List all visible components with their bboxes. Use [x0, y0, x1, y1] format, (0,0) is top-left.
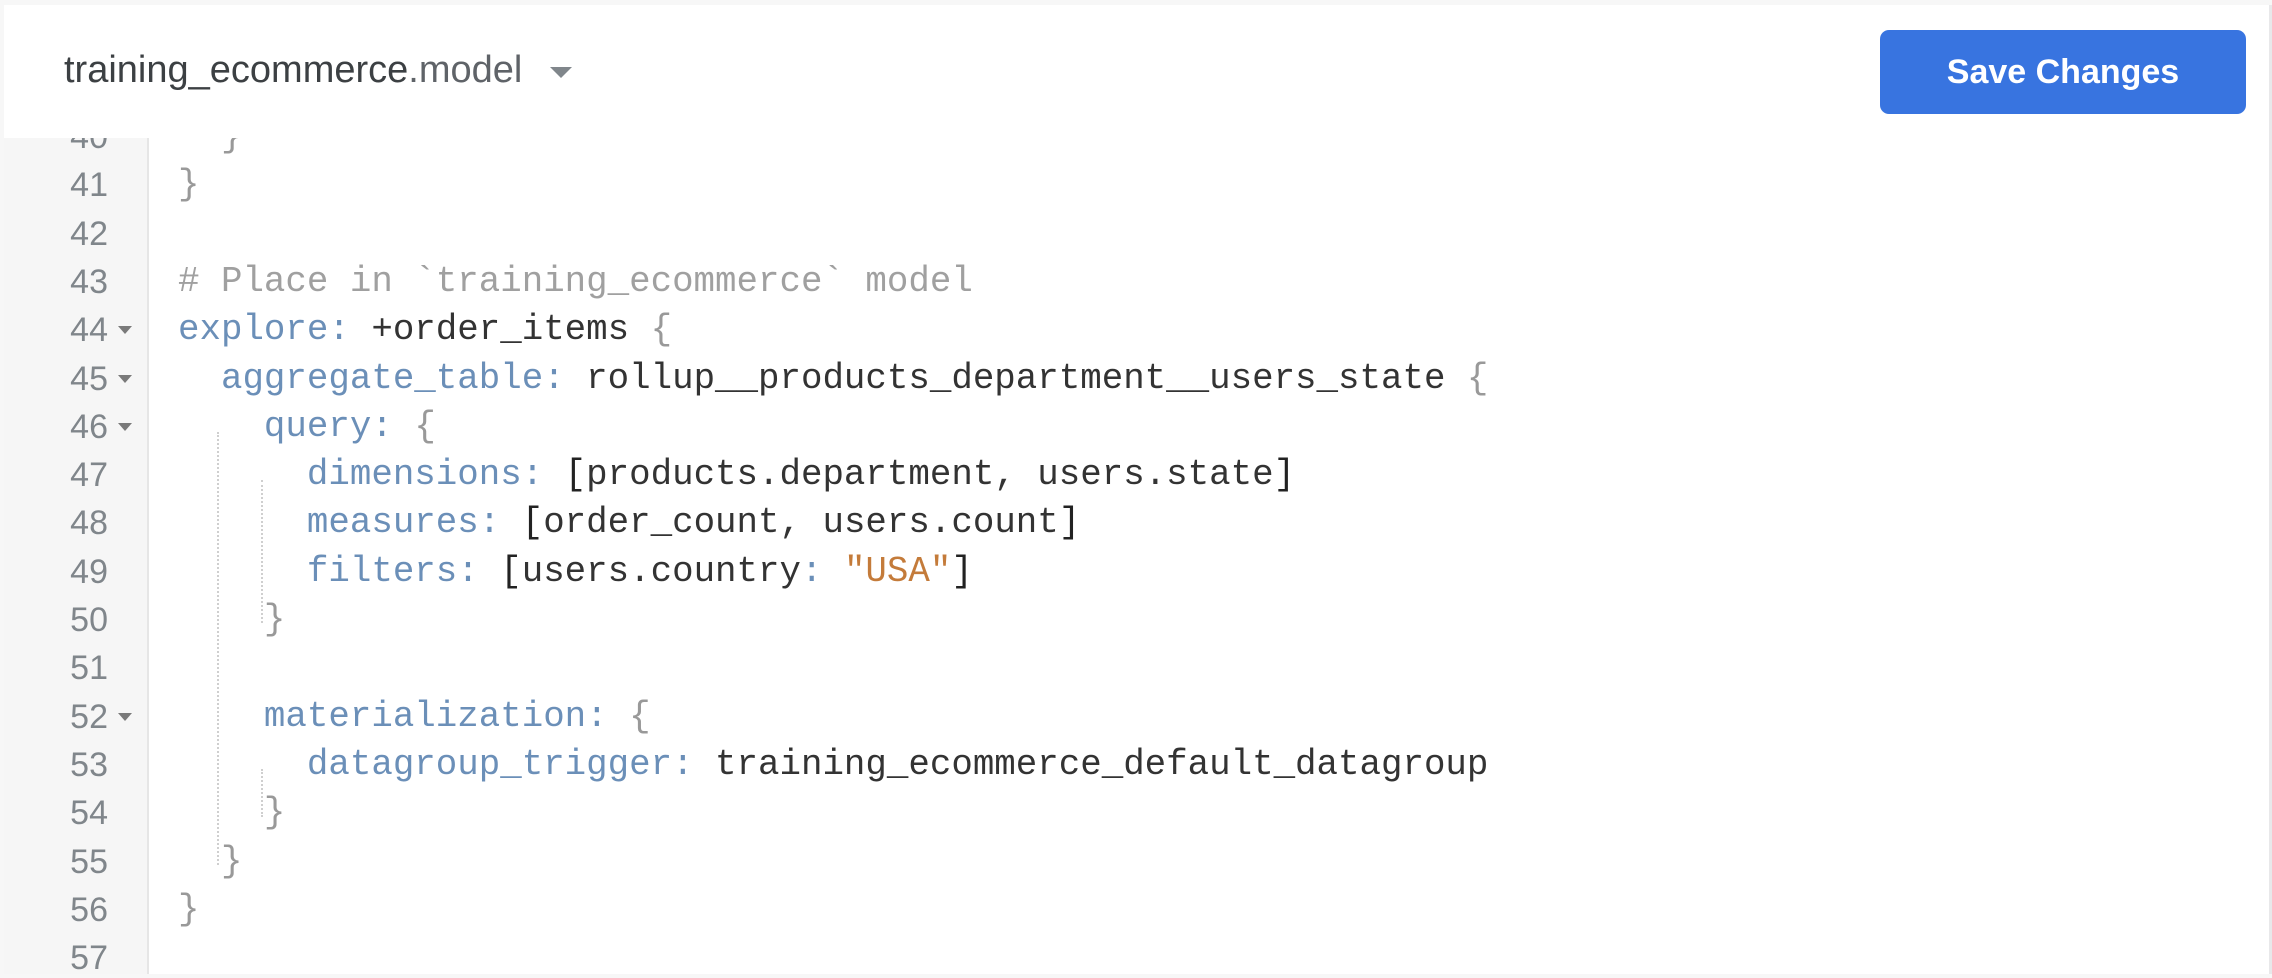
- code-text: }: [178, 886, 199, 934]
- code-bracket: [: [564, 454, 587, 496]
- file-extension: .model: [408, 49, 523, 91]
- line-number: 52: [70, 697, 108, 736]
- code-line[interactable]: 48 measures: [order_count, users.count]: [4, 499, 2269, 547]
- code-line[interactable]: 57: [4, 934, 2269, 974]
- code-key: query:: [178, 405, 415, 447]
- code-text: materialization: {: [178, 693, 651, 741]
- code-value: products.department, users.state: [586, 454, 1274, 496]
- code-value: training_ecommerce_default_datagroup: [715, 743, 1489, 785]
- indent-guide: [261, 480, 263, 623]
- code-line[interactable]: 54 }: [4, 789, 2269, 837]
- file-selector[interactable]: training_ecommerce .model: [64, 45, 573, 95]
- fold-caret-icon[interactable]: [118, 422, 132, 431]
- line-number: 44: [70, 311, 108, 350]
- line-number: 43: [70, 262, 108, 301]
- code-text: datagroup_trigger: training_ecommerce_de…: [178, 741, 1489, 789]
- code-text: }: [178, 789, 286, 837]
- code-key: aggregate_table:: [178, 357, 587, 399]
- line-number: 41: [70, 166, 108, 205]
- code-key: explore:: [178, 309, 372, 351]
- line-number: 42: [70, 214, 108, 253]
- code-text: explore: +order_items {: [178, 306, 672, 354]
- code-brace: {: [629, 695, 651, 737]
- code-key: :: [800, 550, 844, 592]
- editor-header: training_ecommerce .model Save Changes: [4, 5, 2269, 138]
- fold-caret-icon[interactable]: [118, 374, 132, 383]
- code-line[interactable]: 41}: [4, 161, 2269, 209]
- code-brace: {: [414, 405, 436, 447]
- code-text: measures: [order_count, users.count]: [178, 499, 1080, 547]
- code-line[interactable]: 47 dimensions: [products.department, use…: [4, 451, 2269, 499]
- code-text: }: [178, 161, 199, 209]
- line-number: 57: [70, 939, 108, 974]
- line-number: 48: [70, 504, 108, 543]
- code-line[interactable]: 55 }: [4, 838, 2269, 886]
- code-line[interactable]: 53 datagroup_trigger: training_ecommerce…: [4, 741, 2269, 789]
- line-number: 55: [70, 842, 108, 881]
- code-line[interactable]: 52 materialization: {: [4, 693, 2269, 741]
- caret-down-icon[interactable]: [550, 66, 573, 78]
- code-brace: }: [178, 164, 200, 206]
- code-brace: }: [178, 888, 200, 930]
- save-changes-button[interactable]: Save Changes: [1880, 30, 2246, 114]
- line-number: 49: [70, 552, 108, 591]
- code-key: datagroup_trigger:: [178, 743, 716, 785]
- code-text: dimensions: [products.department, users.…: [178, 451, 1295, 499]
- code-line[interactable]: 50 }: [4, 596, 2269, 644]
- line-number: 51: [70, 649, 108, 688]
- code-line[interactable]: 49 filters: [users.country: "USA"]: [4, 548, 2269, 596]
- code-line[interactable]: 43 # Place in `training_ecommerce` model: [4, 258, 2269, 306]
- code-comment: # Place in `training_ecommerce` model: [178, 260, 973, 302]
- code-bracket: [: [521, 502, 544, 544]
- code-text: }: [178, 596, 286, 644]
- code-brace: {: [650, 309, 673, 351]
- code-string: "USA": [843, 550, 952, 592]
- fold-caret-icon[interactable]: [118, 712, 132, 721]
- code-brace: {: [1466, 357, 1489, 399]
- code-text: }: [178, 838, 243, 886]
- code-text: aggregate_table: rollup__products_depart…: [178, 355, 1488, 403]
- model-editor-window: 40 }41}4243# Place in `training_ecommerc…: [4, 5, 2272, 974]
- code-bracket: ]: [1058, 502, 1081, 544]
- code-brace: }: [178, 792, 286, 834]
- code-editor[interactable]: 40 }41}4243# Place in `training_ecommerc…: [4, 5, 2269, 974]
- code-value: users.country: [521, 550, 801, 592]
- line-number: 53: [70, 745, 108, 784]
- code-bracket: [: [500, 550, 522, 592]
- code-key: materialization:: [178, 695, 630, 737]
- line-number: 47: [70, 456, 108, 495]
- line-number: 45: [70, 359, 108, 398]
- line-number: 50: [70, 601, 108, 639]
- code-text: # Place in `training_ecommerce` model: [178, 258, 973, 306]
- code-brace: }: [178, 599, 286, 640]
- code-value: +order_items: [371, 309, 651, 351]
- code-bracket: ]: [951, 550, 973, 592]
- code-value: rollup__products_department__users_state: [586, 357, 1467, 399]
- fold-caret-icon[interactable]: [118, 326, 132, 335]
- code-bracket: ]: [1273, 454, 1296, 496]
- code-line[interactable]: 46 query: {: [4, 403, 2269, 451]
- line-number: 54: [70, 794, 108, 833]
- file-name: training_ecommerce: [64, 49, 409, 91]
- line-number: 56: [70, 890, 108, 929]
- code-text: filters: [users.country: "USA"]: [178, 548, 973, 596]
- line-number: 46: [70, 407, 108, 446]
- code-key: filters:: [178, 550, 501, 592]
- code-line[interactable]: 45 aggregate_table: rollup__products_dep…: [4, 355, 2269, 403]
- indent-guide: [261, 769, 263, 817]
- code-value: order_count, users.count: [543, 502, 1059, 544]
- indent-guide: [217, 432, 219, 865]
- code-line[interactable]: 51: [4, 644, 2269, 692]
- code-line[interactable]: 44 explore: +order_items {: [4, 306, 2269, 354]
- code-line[interactable]: 42: [4, 210, 2269, 258]
- code-key: dimensions:: [178, 454, 565, 496]
- code-key: measures:: [178, 502, 522, 544]
- code-line[interactable]: 56}: [4, 886, 2269, 934]
- code-brace: }: [178, 840, 243, 882]
